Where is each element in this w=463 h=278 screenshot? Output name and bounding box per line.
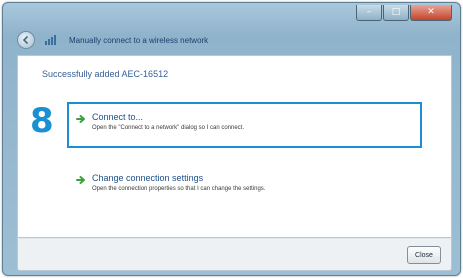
close-icon: ✕ bbox=[427, 7, 435, 17]
dialog-footer: Close bbox=[17, 238, 452, 271]
change-settings-task[interactable]: Change connection settings Open the conn… bbox=[76, 173, 265, 192]
change-settings-title: Change connection settings bbox=[92, 173, 204, 183]
back-button[interactable] bbox=[17, 31, 35, 49]
window-controls: – □ ✕ bbox=[356, 5, 452, 23]
wireless-network-icon bbox=[45, 35, 56, 45]
connect-to-title: Connect to... bbox=[92, 112, 144, 122]
success-message: Successfully added AEC-16512 bbox=[42, 69, 169, 79]
connect-to-text: Connect to... Open the "Connect to a net… bbox=[92, 112, 244, 131]
dialog-window: – □ ✕ Manually connect to a wireless net… bbox=[2, 2, 461, 276]
back-arrow-icon bbox=[22, 35, 29, 45]
connect-to-description: Open the "Connect to a network" dialog s… bbox=[92, 125, 245, 131]
minimize-icon: – bbox=[366, 7, 372, 17]
green-arrow-icon bbox=[76, 115, 85, 123]
maximize-button[interactable]: □ bbox=[383, 5, 409, 21]
close-button[interactable]: Close bbox=[407, 246, 441, 264]
step-number: 8 bbox=[30, 101, 54, 141]
maximize-icon: □ bbox=[391, 7, 401, 17]
connect-to-task[interactable]: Connect to... Open the "Connect to a net… bbox=[76, 112, 244, 131]
content-panel: Successfully added AEC-16512 8 Connect t… bbox=[17, 55, 452, 238]
close-window-button[interactable]: ✕ bbox=[410, 5, 452, 21]
green-arrow-icon bbox=[76, 176, 85, 184]
navigation-bar: Manually connect to a wireless network bbox=[17, 30, 208, 50]
change-settings-text: Change connection settings Open the conn… bbox=[92, 173, 265, 192]
window-title: Manually connect to a wireless network bbox=[69, 35, 209, 45]
change-settings-description: Open the connection properties so that I… bbox=[92, 186, 266, 192]
minimize-button[interactable]: – bbox=[356, 5, 382, 21]
